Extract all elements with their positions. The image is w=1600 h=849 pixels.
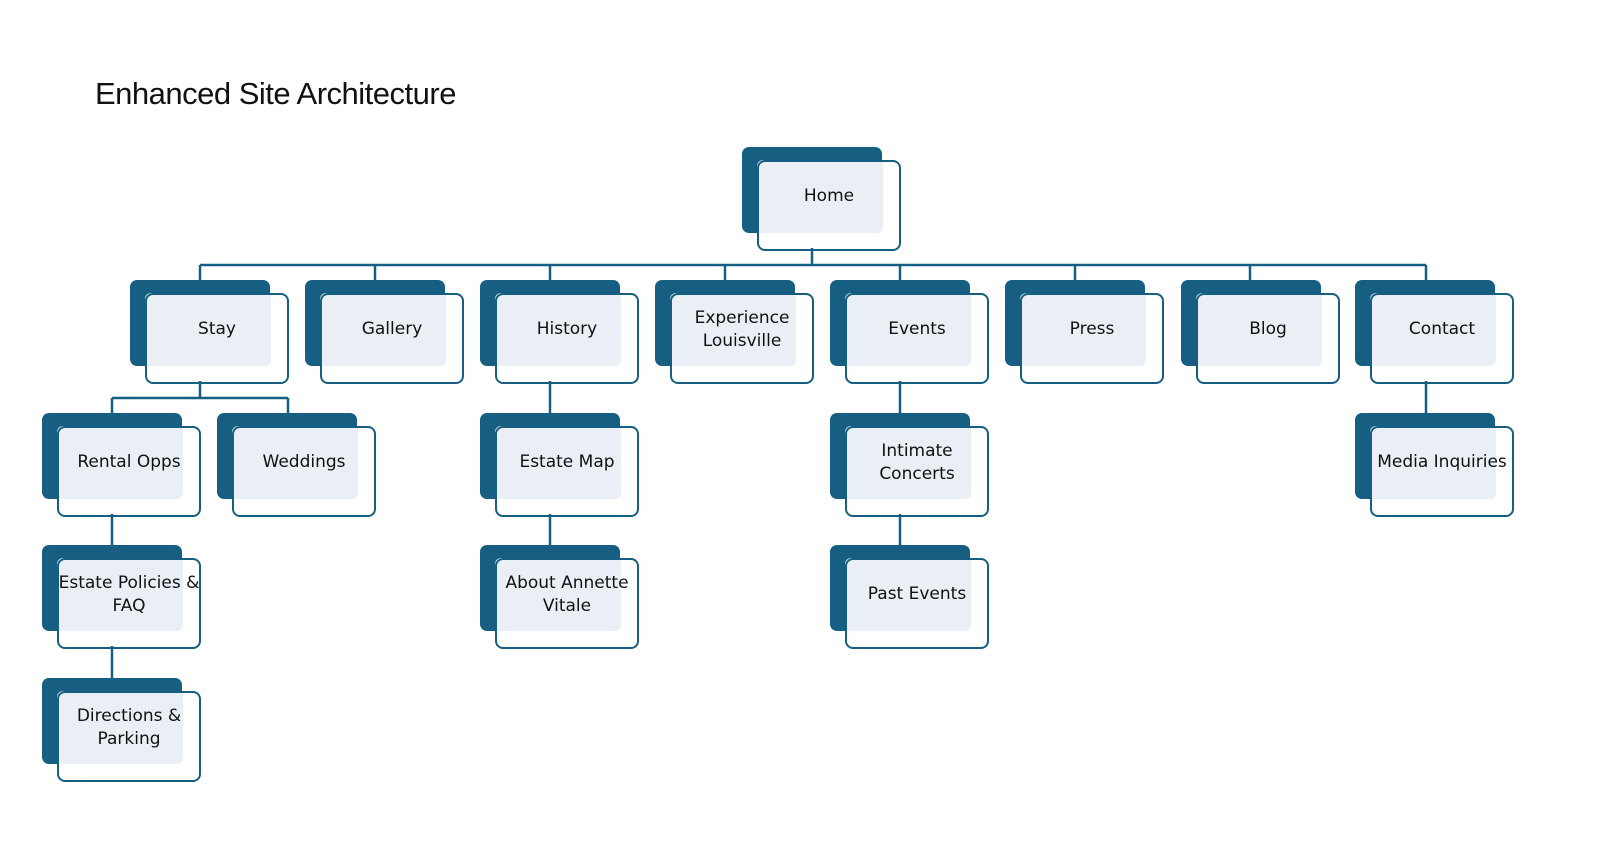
node-about-annette-vitale: About Annette Vitale — [480, 545, 640, 650]
node-weddings: Weddings — [217, 413, 377, 518]
node-stay: Stay — [130, 280, 290, 385]
node-label: Intimate Concerts — [879, 440, 955, 484]
node-label: Media Inquiries — [1377, 452, 1507, 472]
node-intimate-concerts: Intimate Concerts — [830, 413, 990, 518]
node-label: Experience Louisville — [694, 307, 790, 351]
node-label: Estate Map — [519, 452, 615, 472]
node-estate-policies-faq: Estate Policies & FAQ — [42, 545, 202, 650]
node-label: Contact — [1408, 319, 1476, 339]
node-press: Press — [1005, 280, 1165, 385]
node-label: Rental Opps — [77, 452, 181, 472]
node-label: Gallery — [361, 319, 423, 339]
node-directions-parking: Directions & Parking — [42, 678, 202, 783]
node-label: Past Events — [867, 584, 967, 604]
node-past-events: Past Events — [830, 545, 990, 650]
node-rental-opps: Rental Opps — [42, 413, 202, 518]
node-label: Home — [803, 186, 855, 206]
node-blog: Blog — [1181, 280, 1341, 385]
node-estate-map: Estate Map — [480, 413, 640, 518]
node-label: Directions & Parking — [76, 705, 182, 749]
node-label: Weddings — [262, 452, 346, 472]
node-label: About Annette Vitale — [505, 572, 629, 616]
node-label: Press — [1069, 319, 1115, 339]
node-label: Estate Policies & FAQ — [58, 572, 200, 616]
node-contact: Contact — [1355, 280, 1515, 385]
node-label: Stay — [198, 319, 236, 339]
node-gallery: Gallery — [305, 280, 465, 385]
node-history: History — [480, 280, 640, 385]
node-label: History — [536, 319, 598, 339]
node-label: Blog — [1249, 319, 1287, 339]
node-label: Events — [888, 319, 946, 339]
node-media-inquiries: Media Inquiries — [1355, 413, 1515, 518]
node-home: Home — [742, 147, 902, 252]
node-events: Events — [830, 280, 990, 385]
node-experience-louisville: Experience Louisville — [655, 280, 815, 385]
